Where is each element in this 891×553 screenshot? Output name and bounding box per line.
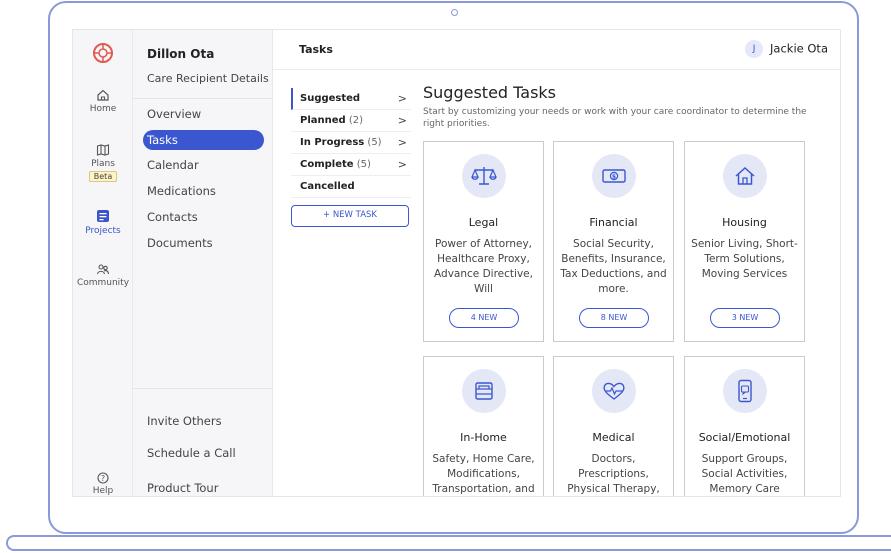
filter-in-progress[interactable]: In Progress (5) > bbox=[291, 132, 411, 154]
nav-divider bbox=[133, 98, 273, 99]
card-title: Legal bbox=[468, 216, 499, 229]
nav-contacts[interactable]: Contacts bbox=[147, 210, 198, 224]
map-icon bbox=[96, 144, 110, 156]
rail-help-label: Help bbox=[92, 486, 114, 496]
bed-icon bbox=[474, 382, 493, 400]
suggested-tasks-subtitle: Start by customizing your needs or work … bbox=[423, 107, 807, 129]
clipboard-icon bbox=[97, 210, 109, 222]
chevron-right-icon: > bbox=[397, 92, 407, 105]
schedule-call-link[interactable]: Schedule a Call bbox=[147, 446, 236, 460]
rail-help[interactable]: ? Help bbox=[73, 472, 133, 496]
filter-label: Planned bbox=[300, 115, 346, 126]
card-description: Doctors, Prescriptions, Physical Therapy… bbox=[567, 453, 660, 495]
user-menu[interactable]: J Jackie Ota bbox=[745, 40, 828, 58]
camera-dot bbox=[451, 9, 458, 16]
task-card-social-emotional[interactable]: Social/Emotional Support Groups, Social … bbox=[684, 356, 805, 496]
chevron-right-icon: > bbox=[397, 158, 407, 171]
product-tour-link[interactable]: Product Tour bbox=[147, 481, 218, 495]
money-icon: $ bbox=[601, 169, 626, 183]
community-icon bbox=[96, 264, 110, 275]
filter-planned[interactable]: Planned (2) > bbox=[291, 110, 411, 132]
nav-tasks[interactable]: Tasks bbox=[143, 130, 264, 150]
beta-badge: Beta bbox=[88, 171, 118, 182]
scale-icon bbox=[470, 167, 497, 185]
card-title: Financial bbox=[589, 216, 638, 229]
filter-suggested[interactable]: Suggested > bbox=[291, 88, 411, 110]
card-description: Social Security, Benefits, Insurance, Ta… bbox=[560, 238, 667, 295]
filter-label: Suggested bbox=[300, 93, 361, 104]
new-count-badge[interactable]: 4 NEW bbox=[449, 308, 519, 328]
suggested-tasks-title: Suggested Tasks bbox=[423, 83, 557, 102]
rail-community[interactable]: Community bbox=[73, 262, 133, 288]
secondary-nav: Dillon Ota Care Recipient Details Overvi… bbox=[133, 30, 273, 496]
rail-home-label: Home bbox=[89, 104, 117, 114]
rail-projects-label: Projects bbox=[85, 226, 121, 236]
filter-count: (5) bbox=[356, 159, 371, 170]
svg-text:$: $ bbox=[611, 174, 615, 181]
chevron-right-icon: > bbox=[397, 114, 407, 127]
page-title: Tasks bbox=[299, 43, 333, 56]
laptop-base bbox=[6, 535, 891, 551]
avatar: J bbox=[745, 40, 764, 58]
rail-plans[interactable]: Plans Beta bbox=[73, 143, 133, 182]
new-count-badge[interactable]: 3 NEW bbox=[710, 308, 780, 328]
card-title: Social/Emotional bbox=[698, 431, 791, 444]
card-description: Senior Living, Short-Term Solutions, Mov… bbox=[691, 238, 798, 280]
rail-projects[interactable]: Projects bbox=[73, 208, 133, 236]
nav-divider-bottom bbox=[133, 388, 273, 389]
task-card-in-home[interactable]: In-Home Safety, Home Care, Modifications… bbox=[423, 356, 544, 496]
new-count-badge[interactable]: 8 NEW bbox=[579, 308, 649, 328]
icon-rail: Home Plans Beta Projects Community ? Hel… bbox=[73, 30, 133, 496]
task-card-financial[interactable]: $ Financial Social Security, Benefits, I… bbox=[553, 141, 674, 342]
rail-home[interactable]: Home bbox=[73, 88, 133, 114]
task-card-legal[interactable]: Legal Power of Attorney, Healthcare Prox… bbox=[423, 141, 544, 342]
heart-pulse-icon bbox=[602, 382, 625, 400]
logo-icon bbox=[93, 43, 113, 63]
rail-community-label: Community bbox=[76, 278, 130, 288]
nav-documents[interactable]: Documents bbox=[147, 236, 213, 250]
task-filters: Suggested > Planned (2) > In Progress (5… bbox=[291, 88, 411, 198]
card-title: In-Home bbox=[460, 431, 507, 444]
nav-medications[interactable]: Medications bbox=[147, 184, 216, 198]
card-description: Support Groups, Social Activities, Memor… bbox=[701, 453, 788, 495]
task-card-housing[interactable]: Housing Senior Living, Short-Term Soluti… bbox=[684, 141, 805, 342]
recipient-name: Dillon Ota bbox=[147, 47, 215, 61]
user-name: Jackie Ota bbox=[770, 41, 828, 56]
card-description: Power of Attorney, Healthcare Proxy, Adv… bbox=[434, 238, 533, 295]
filter-complete[interactable]: Complete (5) > bbox=[291, 154, 411, 176]
rail-plans-label: Plans bbox=[91, 159, 115, 169]
new-task-button[interactable]: + NEW TASK bbox=[291, 205, 409, 227]
card-description: Safety, Home Care, Modifications, Transp… bbox=[432, 453, 535, 495]
phone-chat-icon bbox=[737, 379, 752, 403]
home-icon bbox=[97, 89, 109, 101]
nav-overview[interactable]: Overview bbox=[147, 107, 201, 121]
svg-text:?: ? bbox=[101, 474, 105, 483]
house-icon bbox=[735, 166, 754, 185]
filter-count: (2) bbox=[348, 115, 364, 126]
filter-label: Cancelled bbox=[300, 181, 355, 192]
app-screen: Home Plans Beta Projects Community ? Hel… bbox=[72, 29, 841, 497]
task-card-medical[interactable]: Medical Doctors, Prescriptions, Physical… bbox=[553, 356, 674, 496]
invite-others-link[interactable]: Invite Others bbox=[147, 414, 222, 428]
card-title: Housing bbox=[722, 216, 767, 229]
nav-calendar[interactable]: Calendar bbox=[147, 158, 199, 172]
chevron-right-icon: > bbox=[397, 136, 407, 149]
top-bar: Tasks J Jackie Ota bbox=[273, 30, 840, 70]
filter-label: Complete bbox=[300, 159, 354, 170]
help-icon: ? bbox=[97, 472, 109, 484]
care-recipient-details-link[interactable]: Care Recipient Details bbox=[147, 72, 269, 85]
filter-count: (5) bbox=[367, 137, 382, 148]
filter-cancelled[interactable]: Cancelled bbox=[291, 176, 411, 198]
card-title: Medical bbox=[592, 431, 635, 444]
filter-label: In Progress bbox=[300, 137, 365, 148]
